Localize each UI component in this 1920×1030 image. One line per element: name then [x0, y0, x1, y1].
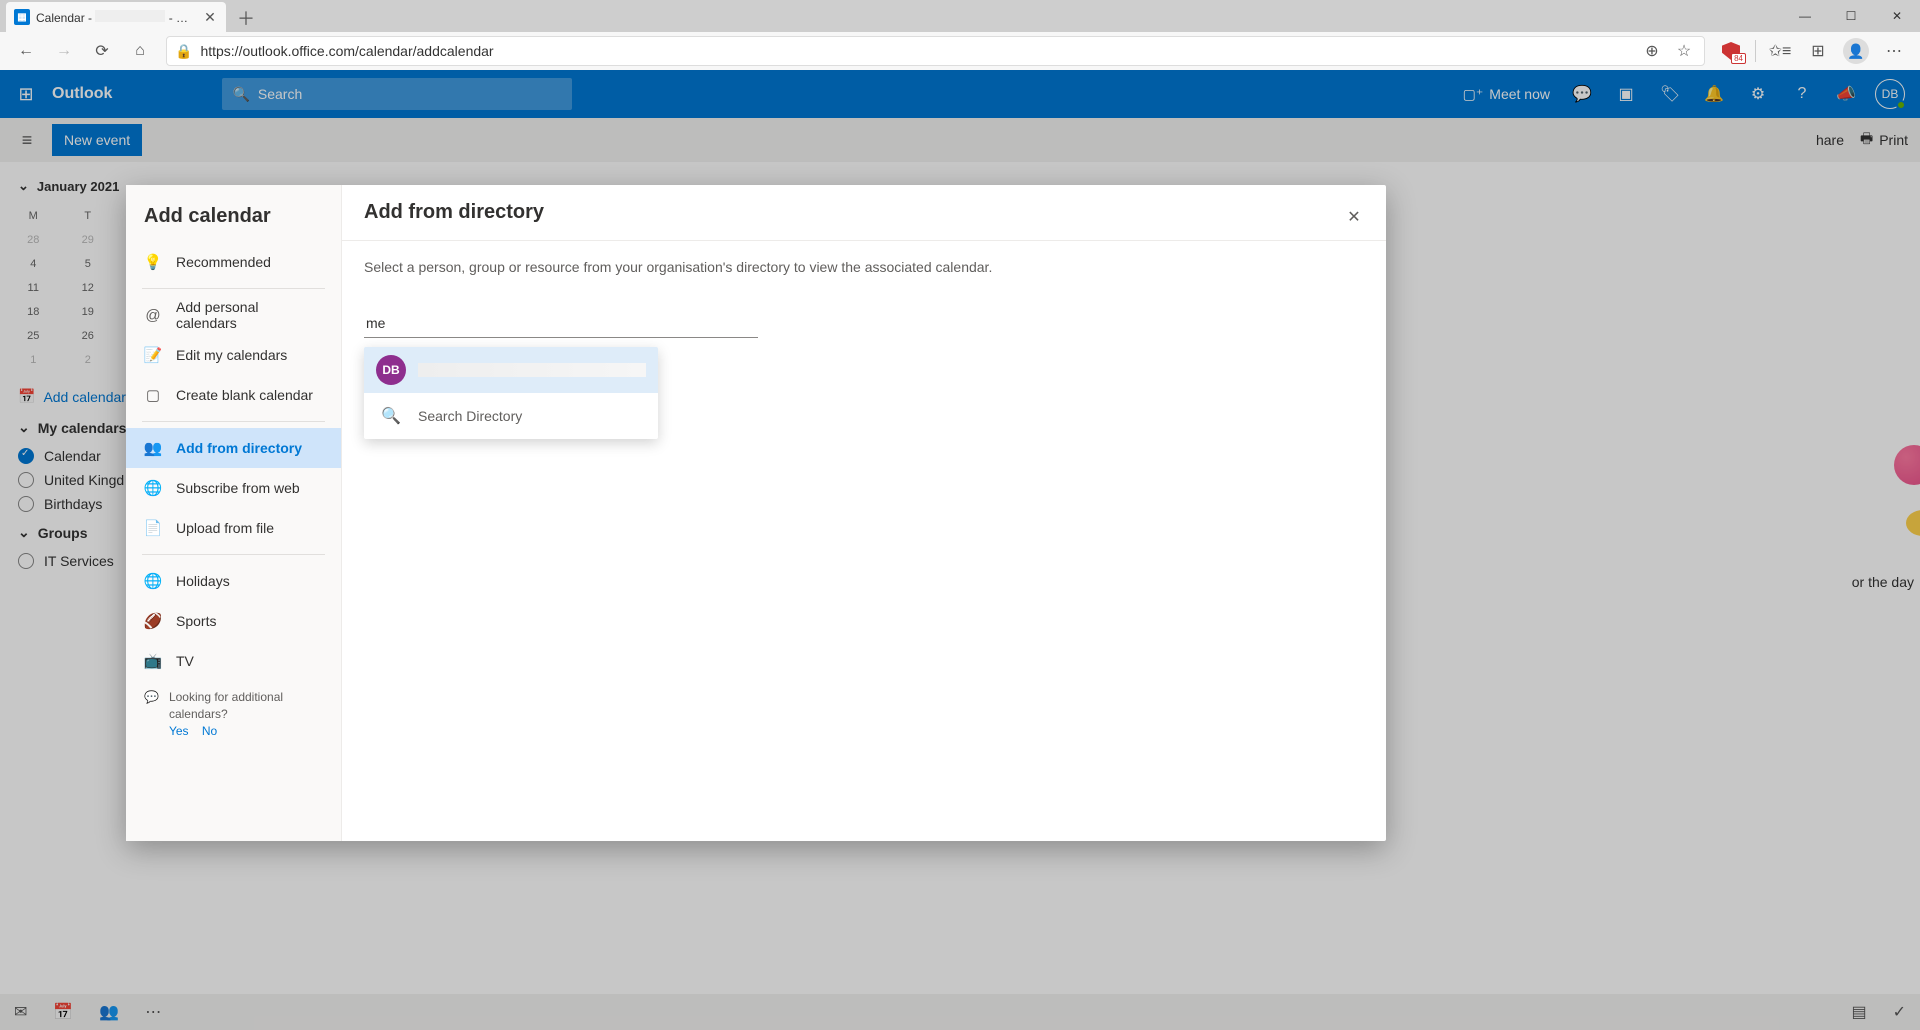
- browser-tab[interactable]: ▦ Calendar - - Outlo ✕: [6, 2, 226, 32]
- avatar-icon: DB: [376, 355, 406, 385]
- maximize-button[interactable]: ☐: [1828, 0, 1874, 32]
- new-tab-button[interactable]: ＋: [232, 4, 260, 32]
- back-button[interactable]: ←: [8, 35, 44, 67]
- modal-main-title: Add from directory: [364, 201, 544, 224]
- blank-calendar-icon: ▢: [144, 386, 162, 404]
- tab-strip: ▦ Calendar - - Outlo ✕ ＋ — ☐ ✕: [0, 0, 1920, 32]
- profile-button[interactable]: 👤: [1838, 35, 1874, 67]
- nav-blank[interactable]: ▢Create blank calendar: [126, 375, 341, 415]
- home-button[interactable]: ⌂: [122, 35, 158, 67]
- nav-tv[interactable]: 📺TV: [126, 641, 341, 681]
- nav-holidays[interactable]: 🌐Holidays: [126, 561, 341, 601]
- directory-search-input[interactable]: [364, 309, 758, 338]
- add-calendar-modal: Add calendar 💡Recommended @Add personal …: [126, 185, 1386, 841]
- modal-title: Add calendar: [126, 185, 341, 242]
- tab-title: Calendar - - Outlo: [36, 10, 196, 25]
- nav-edit[interactable]: 📝Edit my calendars: [126, 335, 341, 375]
- nav-sports[interactable]: 🏈Sports: [126, 601, 341, 641]
- address-bar[interactable]: 🔒 https://outlook.office.com/calendar/ad…: [166, 36, 1705, 66]
- suggestion-person[interactable]: DB: [364, 347, 658, 393]
- extension-shield-icon[interactable]: 84: [1713, 35, 1749, 67]
- close-modal-button[interactable]: ✕: [1338, 201, 1370, 233]
- nav-subscribe[interactable]: 🌐Subscribe from web: [126, 468, 341, 508]
- forward-button[interactable]: →: [46, 35, 82, 67]
- modal-nav: Add calendar 💡Recommended @Add personal …: [126, 185, 342, 841]
- minimize-button[interactable]: —: [1782, 0, 1828, 32]
- window-controls: — ☐ ✕: [1782, 0, 1920, 32]
- close-tab-icon[interactable]: ✕: [202, 9, 218, 25]
- lock-icon: 🔒: [175, 43, 192, 60]
- tv-icon: 📺: [144, 652, 162, 670]
- divider: [1755, 40, 1756, 62]
- nav-personal[interactable]: @Add personal calendars: [126, 295, 341, 335]
- url-text: https://outlook.office.com/calendar/addc…: [200, 43, 1632, 59]
- file-icon: 📄: [144, 519, 162, 537]
- calendar-favicon-icon: ▦: [14, 9, 30, 25]
- favorites-button[interactable]: ✩≡: [1762, 35, 1798, 67]
- nav-upload[interactable]: 📄Upload from file: [126, 508, 341, 548]
- lightbulb-icon: 💡: [144, 253, 162, 271]
- people-icon: 👥: [144, 439, 162, 457]
- feedback-yes-link[interactable]: Yes: [169, 724, 189, 738]
- at-icon: @: [144, 307, 162, 324]
- favorite-icon[interactable]: ☆: [1672, 35, 1696, 67]
- modal-main: Add from directory ✕ Select a person, gr…: [342, 185, 1386, 841]
- redacted-text: [95, 10, 165, 22]
- close-window-button[interactable]: ✕: [1874, 0, 1920, 32]
- feedback-icon: 💬: [144, 689, 159, 706]
- redacted-text: [418, 363, 646, 377]
- nav-directory[interactable]: 👥Add from directory: [126, 428, 341, 468]
- divider: [142, 421, 325, 422]
- modal-main-header: Add from directory: [342, 185, 1386, 241]
- edit-calendar-icon: 📝: [144, 346, 162, 364]
- divider: [142, 554, 325, 555]
- sport-icon: 🏈: [144, 612, 162, 630]
- divider: [142, 288, 325, 289]
- refresh-button[interactable]: ⟳: [84, 35, 120, 67]
- search-icon: 🔍: [376, 401, 406, 431]
- nav-recommended[interactable]: 💡Recommended: [126, 242, 341, 282]
- more-button[interactable]: ⋯: [1876, 35, 1912, 67]
- suggestion-dropdown: DB 🔍 Search Directory: [364, 347, 658, 439]
- collections-button[interactable]: ⊞: [1800, 35, 1836, 67]
- browser-toolbar: ← → ⟳ ⌂ 🔒 https://outlook.office.com/cal…: [0, 32, 1920, 70]
- modal-description: Select a person, group or resource from …: [364, 259, 1364, 275]
- add-page-icon[interactable]: ⊕: [1640, 35, 1664, 67]
- browser-chrome: ▦ Calendar - - Outlo ✕ ＋ — ☐ ✕ ← → ⟳ ⌂ 🔒…: [0, 0, 1920, 70]
- feedback-no-link[interactable]: No: [202, 724, 217, 738]
- modal-footer-feedback: 💬 Looking for additional calendars? Yes …: [126, 681, 341, 747]
- search-directory-option[interactable]: 🔍 Search Directory: [364, 393, 658, 439]
- globe-icon: 🌐: [144, 479, 162, 497]
- globe-icon: 🌐: [144, 572, 162, 590]
